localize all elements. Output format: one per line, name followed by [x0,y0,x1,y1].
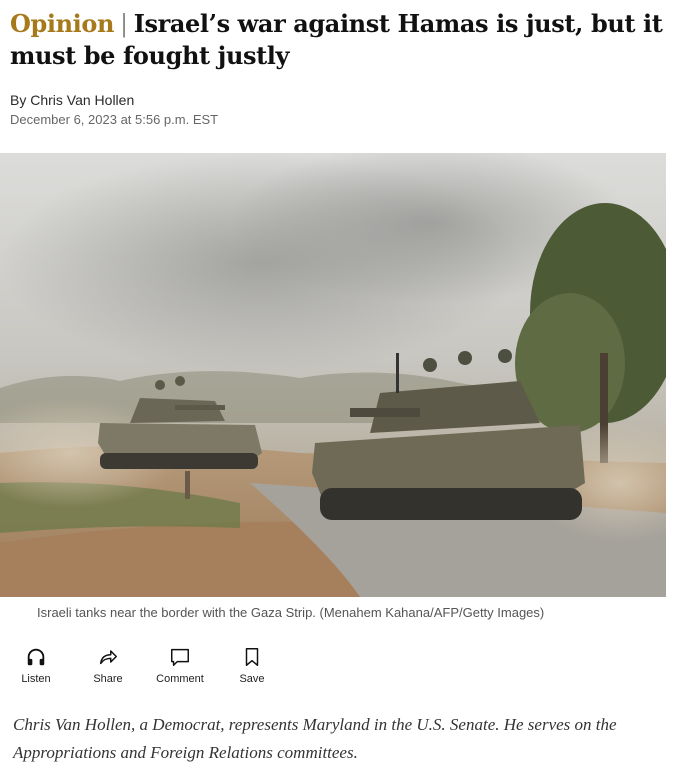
share-button[interactable]: Share [72,646,144,692]
article-actions: Listen Share Comment Save [0,646,288,692]
kicker-separator: | [120,10,128,38]
save-button[interactable]: Save [216,646,288,692]
author-link[interactable]: Chris Van Hollen [30,92,134,108]
byline: By Chris Van Hollen [10,92,676,108]
listen-button[interactable]: Listen [0,646,72,692]
share-arrow-icon [99,650,117,665]
comment-bubble-icon [171,648,189,666]
share-label: Share [93,673,123,685]
comment-label: Comment [156,673,204,685]
comment-button[interactable]: Comment [144,646,216,692]
photo-caption: Israeli tanks near the border with the G… [37,605,545,620]
save-label: Save [239,673,265,685]
headline: Opinion | Israel’s war against Hamas is ju… [10,8,676,72]
listen-label: Listen [21,673,51,685]
publish-date: December 6, 2023 at 5:56 p.m. EST [10,112,219,127]
headphones-icon [27,648,45,666]
byline-prefix: By [10,92,27,108]
article-header: Opinion | Israel’s war against Hamas is ju… [10,0,676,127]
bookmark-icon [245,648,259,666]
tanks-photo-illustration [0,153,666,597]
author-bio: Chris Van Hollen, a Democrat, represents… [13,715,617,762]
opinion-kicker[interactable]: Opinion [10,9,114,38]
lead-photo [0,153,666,597]
